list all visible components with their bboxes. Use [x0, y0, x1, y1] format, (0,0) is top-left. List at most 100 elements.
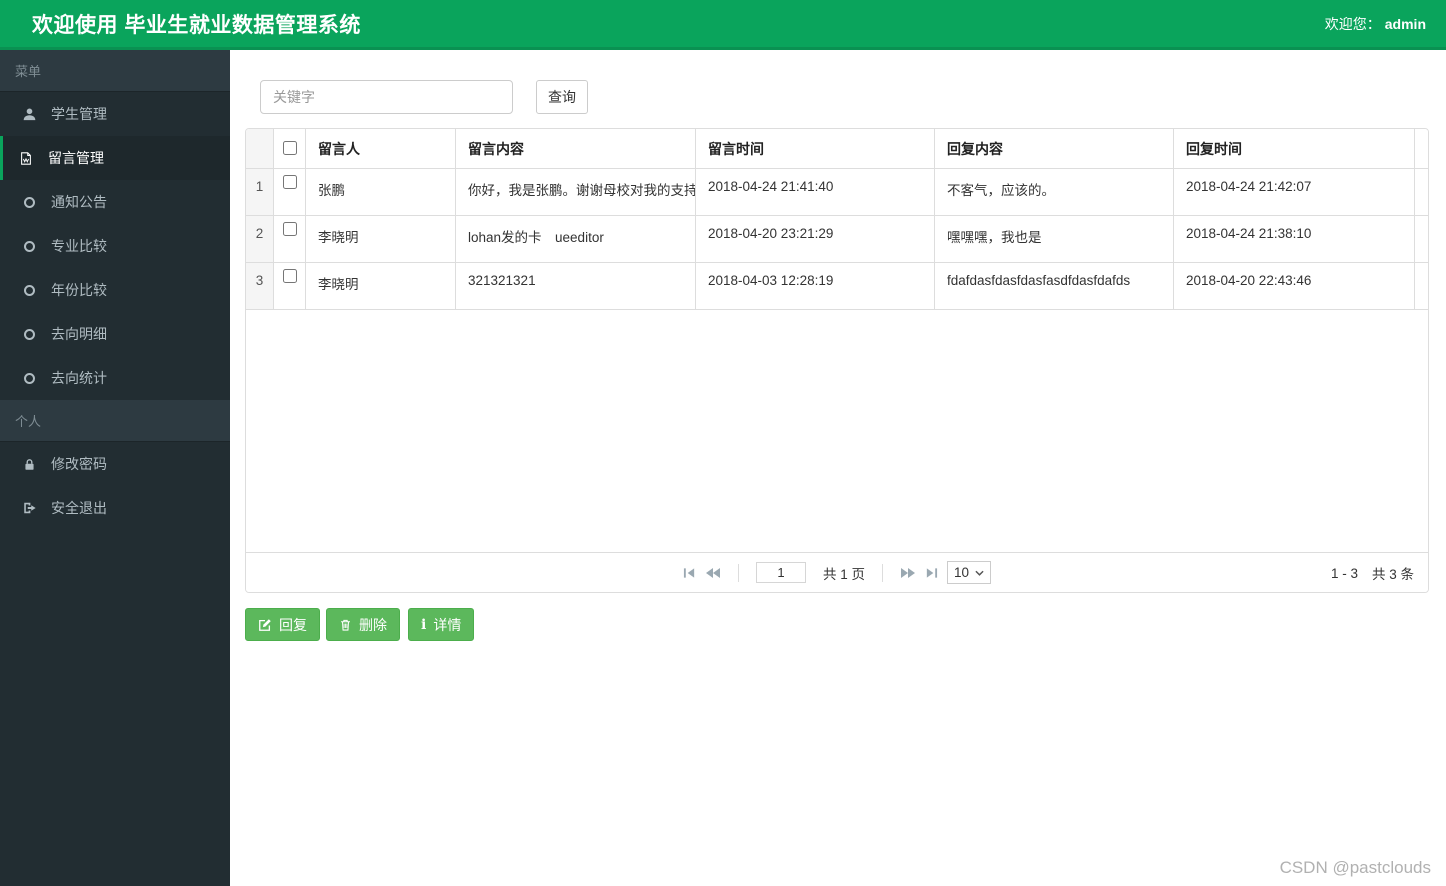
sidebar-item-logout[interactable]: 安全退出	[0, 486, 230, 530]
cell-time: 2018-04-24 21:41:40	[696, 169, 935, 215]
col-header-sender[interactable]: 留言人	[306, 129, 456, 168]
search-button[interactable]: 查询	[536, 80, 588, 114]
col-header-reply[interactable]: 回复内容	[935, 129, 1174, 168]
circle-icon	[21, 326, 37, 342]
row-checkbox[interactable]	[282, 269, 297, 283]
cell-sender: 李晓明	[306, 216, 456, 262]
cell-content: lohan发的卡 ueeditor	[456, 216, 696, 262]
page-number-input[interactable]	[755, 562, 806, 583]
last-page-button[interactable]	[925, 567, 938, 579]
sidebar-item-label: 通知公告	[51, 194, 107, 210]
prev-page-button[interactable]	[705, 567, 721, 579]
rownum-header-cell	[246, 129, 274, 168]
delete-button-label: 删除	[359, 616, 387, 633]
search-bar: 查询	[260, 80, 1431, 114]
col-header-time[interactable]: 留言时间	[696, 129, 935, 168]
cell-reply: 嘿嘿嘿，我也是	[935, 216, 1174, 262]
lock-icon	[21, 456, 37, 472]
row-checkbox-cell	[274, 216, 306, 262]
sidebar-item-notices[interactable]: 通知公告	[0, 180, 230, 224]
cell-reply-time: 2018-04-20 22:43:46	[1174, 263, 1415, 309]
first-page-button[interactable]	[683, 567, 696, 579]
reply-button-label: 回复	[279, 616, 307, 633]
user-icon	[21, 106, 37, 122]
sidebar-item-destination-stats[interactable]: 去向统计	[0, 356, 230, 400]
cell-sender: 李晓明	[306, 263, 456, 309]
sidebar-section-personal: 个人	[0, 400, 230, 442]
sign-out-icon	[21, 500, 37, 516]
pager-divider	[881, 563, 883, 582]
chevron-down-icon	[975, 570, 984, 576]
circle-icon	[21, 194, 37, 210]
row-checkbox[interactable]	[282, 175, 297, 189]
row-checkbox[interactable]	[282, 222, 297, 236]
watermark: CSDN @pastclouds	[1279, 858, 1431, 877]
app-title: 欢迎使用 毕业生就业数据管理系统	[32, 13, 361, 37]
table-row[interactable]: 2 李晓明 lohan发的卡 ueeditor 2018-04-20 23:21…	[246, 216, 1428, 263]
cell-reply-time: 2018-04-24 21:38:10	[1174, 216, 1415, 262]
circle-icon	[21, 282, 37, 298]
welcome-text: 欢迎您： admin	[1325, 14, 1426, 34]
row-number: 1	[246, 169, 274, 215]
username: admin	[1384, 15, 1426, 32]
row-checkbox-cell	[274, 263, 306, 309]
table-row[interactable]: 3 李晓明 321321321 2018-04-03 12:28:19 fdaf…	[246, 263, 1428, 310]
sidebar: 菜单 学生管理 留言管理 通知公告 专业比较 年份比较 去向明细 去向统计 个人	[0, 50, 230, 886]
cell-reply: fdafdasfdasfdasfasdfdasfdafds	[935, 263, 1174, 309]
trash-icon	[341, 619, 350, 631]
sidebar-item-label: 学生管理	[51, 106, 107, 122]
next-page-button[interactable]	[900, 567, 916, 579]
row-number: 2	[246, 216, 274, 262]
sidebar-item-label: 留言管理	[48, 150, 104, 166]
sidebar-item-label: 修改密码	[51, 456, 107, 472]
cell-content: 你好，我是张鹏。谢谢母校对我的支持	[456, 169, 696, 215]
sidebar-item-year-compare[interactable]: 年份比较	[0, 268, 230, 312]
cell-time: 2018-04-03 12:28:19	[696, 263, 935, 309]
col-header-content[interactable]: 留言内容	[456, 129, 696, 168]
sidebar-item-label: 去向明细	[51, 326, 107, 342]
edit-icon	[259, 618, 271, 631]
record-range-info: 1 - 3 共 3 条	[1330, 553, 1414, 592]
top-bar: 欢迎使用 毕业生就业数据管理系统 欢迎您： admin	[0, 0, 1446, 50]
range-label: 1 - 3	[1330, 565, 1358, 581]
pager: 共 1 页 10	[683, 561, 992, 584]
cell-sender: 张鹏	[306, 169, 456, 215]
cell-reply: 不客气，应该的。	[935, 169, 1174, 215]
circle-icon	[21, 370, 37, 386]
delete-button[interactable]: 删除	[326, 608, 400, 641]
detail-button-label: 详情	[433, 616, 462, 633]
total-records-label: 共 3 条	[1371, 567, 1414, 582]
sidebar-section-menu: 菜单	[0, 50, 230, 92]
sidebar-item-label: 安全退出	[51, 500, 107, 516]
main-content: 查询 留言人 留言内容 留言时间 回复内容 回复时间 1 张鹏 你好，我是张鹏。…	[230, 50, 1446, 886]
table-body: 1 张鹏 你好，我是张鹏。谢谢母校对我的支持 2018-04-24 21:41:…	[246, 169, 1428, 552]
pager-divider	[737, 563, 739, 582]
message-file-icon	[18, 150, 34, 166]
sidebar-item-student-management[interactable]: 学生管理	[0, 92, 230, 136]
sidebar-item-destination-detail[interactable]: 去向明细	[0, 312, 230, 356]
cell-reply-time: 2018-04-24 21:42:07	[1174, 169, 1415, 215]
cell-content: 321321321	[456, 263, 696, 309]
sidebar-item-change-password[interactable]: 修改密码	[0, 442, 230, 486]
welcome-label: 欢迎您：	[1324, 15, 1381, 32]
reply-button[interactable]: 回复	[245, 608, 320, 641]
info-icon: i	[421, 616, 427, 633]
page-size-select[interactable]: 10	[946, 561, 992, 584]
table-header-row: 留言人 留言内容 留言时间 回复内容 回复时间	[246, 129, 1428, 169]
search-input[interactable]	[260, 80, 513, 114]
action-buttons: 回复 删除 i 详情	[245, 608, 1431, 641]
sidebar-item-message-management[interactable]: 留言管理	[0, 136, 230, 180]
row-checkbox-cell	[274, 169, 306, 215]
cell-time: 2018-04-20 23:21:29	[696, 216, 935, 262]
total-pages-label: 共 1 页	[822, 566, 865, 582]
table-row[interactable]: 1 张鹏 你好，我是张鹏。谢谢母校对我的支持 2018-04-24 21:41:…	[246, 169, 1428, 216]
sidebar-item-label: 去向统计	[51, 370, 107, 386]
page-size-value: 10	[953, 565, 970, 580]
message-table: 留言人 留言内容 留言时间 回复内容 回复时间 1 张鹏 你好，我是张鹏。谢谢母…	[245, 128, 1429, 593]
col-header-reply-time[interactable]: 回复时间	[1174, 129, 1415, 168]
sidebar-item-major-compare[interactable]: 专业比较	[0, 224, 230, 268]
detail-button[interactable]: i 详情	[408, 608, 475, 641]
sidebar-item-label: 专业比较	[51, 238, 107, 254]
select-all-checkbox[interactable]	[282, 141, 297, 155]
pager-toolbar: 共 1 页 10 1 - 3 共 3 条	[246, 552, 1428, 592]
